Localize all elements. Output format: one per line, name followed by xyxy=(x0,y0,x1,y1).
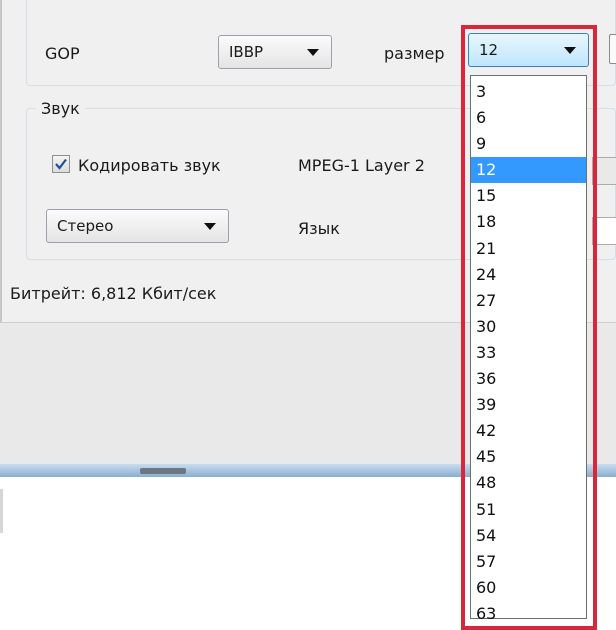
dropdown-option[interactable]: 45 xyxy=(471,444,586,470)
dropdown-option[interactable]: 33 xyxy=(471,340,586,366)
dropdown-option[interactable]: 27 xyxy=(471,288,586,314)
chevron-down-icon xyxy=(307,49,319,56)
gop-select[interactable]: IBBP xyxy=(218,35,332,69)
dropdown-option[interactable]: 42 xyxy=(471,418,586,444)
channels-select[interactable]: Стерео xyxy=(46,209,229,243)
dropdown-option[interactable]: 18 xyxy=(471,209,586,235)
gop-size-select-value: 12 xyxy=(479,41,499,59)
dropdown-option[interactable]: 9 xyxy=(471,131,586,157)
chevron-down-icon xyxy=(564,47,576,54)
gop-size-select[interactable]: 12 xyxy=(468,33,589,67)
audio-codec-value: MPEG-1 Layer 2 xyxy=(298,156,425,175)
dropdown-option[interactable]: 21 xyxy=(471,236,586,262)
encode-audio-label[interactable]: Кодировать звук xyxy=(78,155,221,177)
dropdown-option[interactable]: 3 xyxy=(471,79,586,105)
bitrate-status: Битрейт: 6,812 Кбит/сек xyxy=(10,284,217,303)
dialog-border xyxy=(0,0,2,322)
language-field-edge[interactable] xyxy=(592,217,616,245)
dropdown-option[interactable]: 54 xyxy=(471,523,586,549)
gop-label: GOP xyxy=(45,44,80,63)
dropdown-option[interactable]: 51 xyxy=(471,497,586,523)
channels-select-value: Стерео xyxy=(57,217,114,235)
dropdown-option[interactable]: 39 xyxy=(471,392,586,418)
chevron-down-icon xyxy=(204,223,216,230)
dropdown-option[interactable]: 30 xyxy=(471,314,586,340)
next-field-edge[interactable] xyxy=(609,34,616,64)
dropdown-option[interactable]: 36 xyxy=(471,366,586,392)
gop-size-dropdown-list[interactable]: 3 6 9 12 15 18 21 24 27 30 33 36 39 42 45 48 51 54 57 60 63 xyxy=(470,75,587,623)
audio-group-title: Звук xyxy=(36,98,85,120)
dropdown-option[interactable]: 48 xyxy=(471,470,586,496)
dropdown-option[interactable]: 6 xyxy=(471,105,586,131)
divider xyxy=(0,489,3,533)
dropdown-option[interactable]: 60 xyxy=(471,575,586,601)
checkmark-icon xyxy=(55,158,67,170)
dropdown-option[interactable]: 15 xyxy=(471,183,586,209)
dropdown-option[interactable]: 12 xyxy=(471,157,586,184)
dropdown-option[interactable]: 63 xyxy=(471,601,586,627)
size-label: размер xyxy=(384,44,445,63)
dropdown-option[interactable]: 57 xyxy=(471,549,586,575)
gop-select-value: IBBP xyxy=(229,43,264,61)
language-label: Язык xyxy=(298,219,340,238)
encode-audio-checkbox[interactable] xyxy=(52,155,70,173)
audio-codec-select-edge[interactable] xyxy=(592,157,616,185)
dropdown-option[interactable]: 24 xyxy=(471,262,586,288)
resize-grip[interactable] xyxy=(140,468,186,474)
